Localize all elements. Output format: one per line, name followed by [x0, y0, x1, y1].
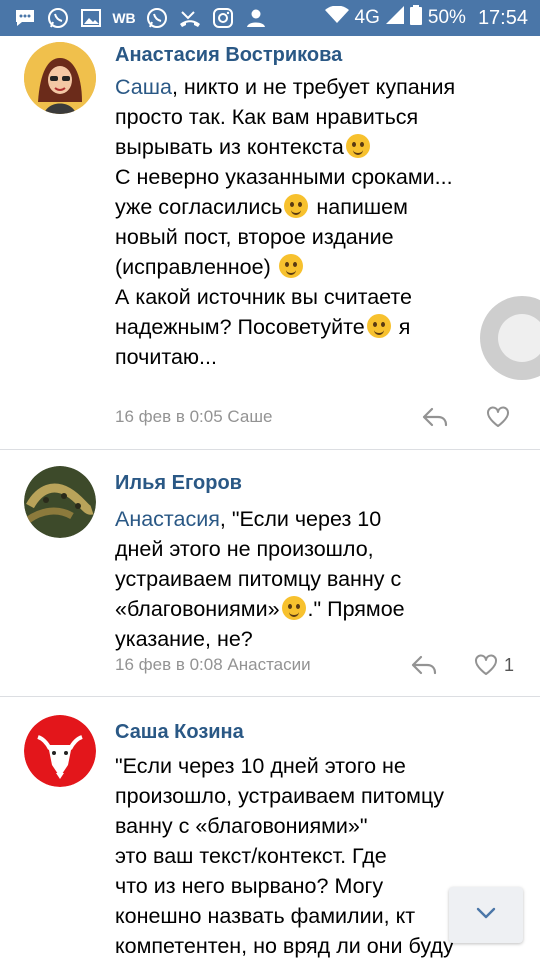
- scroll-handle-knob: [498, 314, 540, 362]
- winking-face-emoji: [366, 314, 391, 338]
- reply-icon[interactable]: [421, 406, 449, 428]
- mention-link[interactable]: Саша: [115, 75, 172, 99]
- smiling-face-emoji: [278, 254, 303, 278]
- heart-icon[interactable]: [474, 654, 498, 676]
- avatar[interactable]: [24, 42, 96, 114]
- comment-meta[interactable]: 16 фев в 0:08 Анастасии: [115, 655, 311, 675]
- thinking-face-emoji: [284, 194, 309, 218]
- comment-author[interactable]: Анастасия Вострикова: [115, 44, 342, 67]
- wifi-icon: [324, 5, 349, 30]
- wb-icon: WB: [112, 10, 136, 26]
- status-bar: WB 4G 50% 17:54: [0, 0, 540, 36]
- instagram-icon: [212, 7, 234, 29]
- like-count[interactable]: 1: [504, 655, 514, 676]
- comment-meta[interactable]: 16 фев в 0:05 Саше: [115, 407, 272, 427]
- winking-face-emoji: [281, 596, 306, 620]
- gallery-icon: [80, 7, 102, 29]
- signal-icon: [385, 6, 404, 30]
- comment-item: Илья Егоров Анастасия, "Если через 10 дн…: [0, 450, 540, 696]
- heart-icon[interactable]: [486, 406, 510, 428]
- reply-icon[interactable]: [410, 654, 438, 676]
- comment-text: "Если через 10 дней этого не произошло, …: [115, 754, 454, 958]
- grinning-sweat-emoji: [345, 134, 370, 158]
- avatar[interactable]: [24, 715, 96, 787]
- comment-author[interactable]: Саша Козина: [115, 721, 244, 744]
- clock: 17:54: [477, 6, 528, 29]
- scroll-down-button[interactable]: [449, 887, 523, 943]
- network-type: 4G: [354, 7, 380, 28]
- messages-icon: [14, 7, 36, 29]
- battery-level: 50%: [427, 7, 466, 28]
- comment-author[interactable]: Илья Егоров: [115, 472, 242, 495]
- system-status: 4G 50% 17:54: [324, 0, 528, 36]
- comment-item: Анастасия Вострикова Саша, никто и не тр…: [0, 36, 540, 450]
- chevron-down-icon: [476, 906, 496, 924]
- whatsapp-icon: [47, 7, 69, 29]
- whatsapp-icon: [146, 7, 168, 29]
- mention-link[interactable]: Анастасия: [115, 507, 220, 531]
- user-icon: [245, 7, 267, 29]
- missed-call-icon: [179, 7, 201, 29]
- avatar[interactable]: [24, 466, 96, 538]
- comment-text: Саша, никто и не требует купания просто …: [115, 75, 456, 369]
- notification-icons: WB: [0, 7, 267, 29]
- comment-text: Анастасия, "Если через 10 дней этого не …: [115, 507, 405, 651]
- battery-icon: [409, 5, 422, 31]
